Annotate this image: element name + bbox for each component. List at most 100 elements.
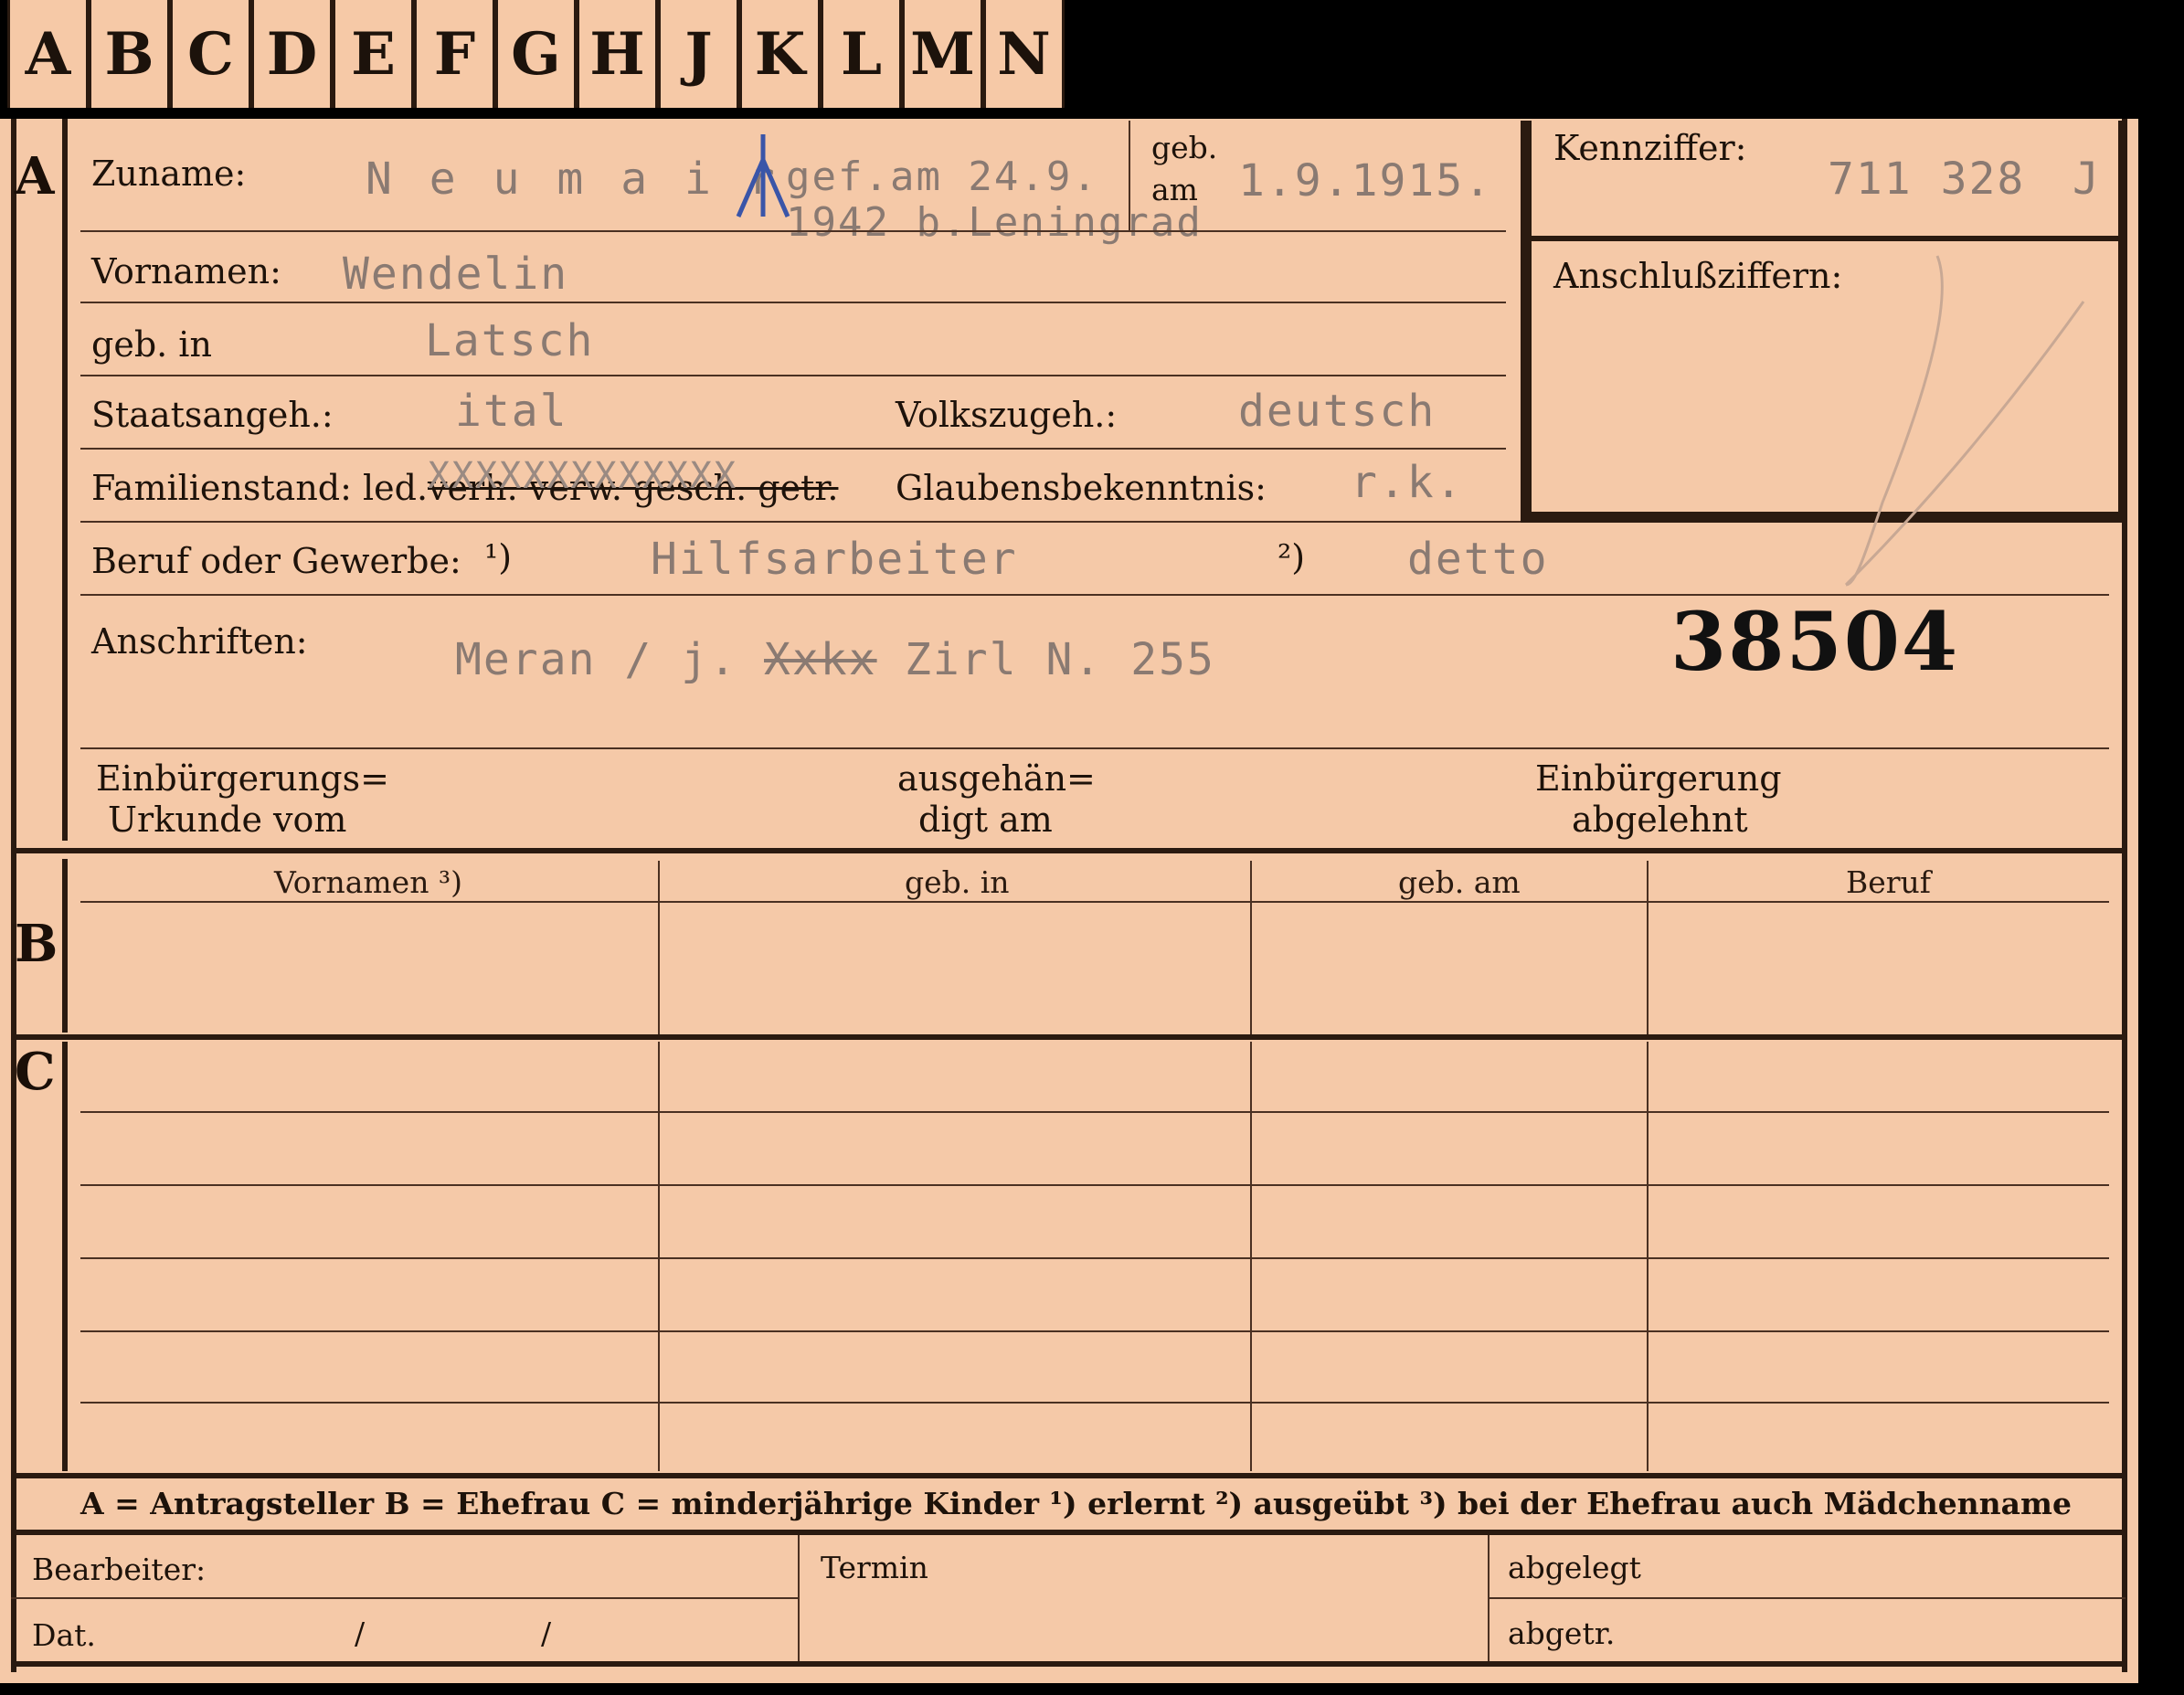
footer-row-rule	[1490, 1597, 2126, 1599]
label-zuname: Zuname:	[91, 154, 247, 194]
label-beruf-fn1: ¹)	[484, 537, 513, 577]
date-slash-2: /	[541, 1616, 552, 1651]
table-row	[80, 1257, 2109, 1259]
label-familienstand: Familienstand: led.	[91, 468, 429, 508]
tab-j[interactable]: J	[658, 0, 739, 108]
card-bottom-rule	[11, 1661, 2127, 1667]
value-anschrift-struck: Xxkx	[764, 634, 877, 685]
table-row	[80, 1111, 2109, 1113]
section-ab-separator	[11, 848, 2127, 853]
header-geb-in: geb. in	[905, 864, 1010, 900]
label-anschlussziffern: Anschlußziffern:	[1553, 256, 1843, 296]
table-row	[80, 1402, 2109, 1404]
tab-m[interactable]: M	[902, 0, 983, 108]
table-row	[80, 1330, 2109, 1332]
row-divider	[80, 448, 1506, 450]
section-c-letter: C	[15, 1042, 56, 1102]
legend-top-rule	[11, 1473, 2127, 1478]
tab-h[interactable]: H	[577, 0, 658, 108]
value-zuname-note-2: 1942 b.Leningrad	[786, 199, 1203, 246]
row-divider	[80, 230, 1506, 232]
tab-d[interactable]: D	[251, 0, 333, 108]
column-divider	[658, 1042, 660, 1471]
tab-c[interactable]: C	[170, 0, 251, 108]
label-staatsangeh: Staatsangeh.:	[91, 395, 334, 435]
value-glaubens[interactable]: r.k.	[1351, 457, 1464, 508]
tab-e[interactable]: E	[333, 0, 414, 108]
legend: A = Antragsteller B = Ehefrau C = minder…	[80, 1486, 2072, 1521]
value-staatsangeh[interactable]: ital	[455, 386, 568, 437]
label-geb-in: geb. in	[91, 324, 212, 365]
section-a-letter: A	[15, 146, 55, 207]
tab-a[interactable]: A	[7, 0, 89, 108]
label-glaubens: Glaubensbekenntnis:	[896, 468, 1267, 508]
label-abgelegt: abgelegt	[1508, 1550, 1641, 1585]
label-volkszugeh: Volkszugeh.:	[896, 395, 1118, 435]
section-b-rule	[62, 859, 68, 1033]
label-abgetr: abgetr.	[1508, 1616, 1616, 1651]
value-beruf-2[interactable]: detto	[1407, 534, 1549, 585]
pencil-check-mark	[1844, 255, 2085, 587]
table-header-rule	[80, 901, 2109, 903]
label-kennziffer: Kennziffer:	[1553, 128, 1747, 168]
pencil-caret-mark	[736, 134, 790, 217]
label-einb-urkunde-2: Urkunde vom	[108, 800, 347, 840]
value-kennziffer-suffix: J	[2073, 154, 2101, 205]
value-kennziffer[interactable]: 711 328	[1828, 154, 2025, 205]
row-divider	[80, 375, 1506, 376]
label-anschriften: Anschriften:	[91, 621, 308, 662]
label-termin: Termin	[821, 1550, 928, 1585]
value-beruf-1[interactable]: Hilfsarbeiter	[651, 534, 1018, 585]
label-vornamen: Vornamen:	[91, 251, 281, 291]
table-row	[80, 1184, 2109, 1186]
column-divider	[1647, 861, 1649, 1034]
footer-divider	[1488, 1535, 1490, 1663]
tab-f[interactable]: F	[414, 0, 495, 108]
value-volkszugeh[interactable]: deutsch	[1238, 386, 1436, 437]
geb-am-divider	[1129, 121, 1130, 230]
tab-g[interactable]: G	[495, 0, 577, 108]
section-c-rule	[62, 1042, 68, 1471]
section-a-rule	[62, 119, 68, 841]
row-divider	[80, 747, 2109, 749]
tab-b[interactable]: B	[89, 0, 170, 108]
label-bearbeiter: Bearbeiter:	[32, 1552, 207, 1587]
kennziffer-box-left	[1521, 121, 1532, 523]
row-divider	[80, 302, 1506, 303]
label-beruf-fn2: ²)	[1278, 537, 1306, 577]
tab-k[interactable]: K	[739, 0, 821, 108]
footer-divider	[798, 1535, 800, 1663]
footer-row-rule	[11, 1597, 799, 1599]
value-familienstand-overtype: XXXXXXXXXXXXX	[428, 455, 738, 497]
tab-l[interactable]: L	[821, 0, 902, 108]
kennziffer-divider	[1521, 236, 2120, 241]
label-einb-urkunde-1: Einbürgerungs=	[96, 758, 389, 799]
section-bc-separator	[11, 1034, 2127, 1040]
label-geb: geb.	[1151, 130, 1218, 165]
header-beruf: Beruf	[1846, 864, 1932, 900]
label-dat: Dat.	[32, 1617, 96, 1653]
header-geb-am: geb. am	[1398, 864, 1521, 900]
legend-bottom-rule	[11, 1530, 2127, 1535]
value-anschrift-1[interactable]: Meran / j.	[455, 634, 737, 685]
label-einb-abgelehnt-1: Einbürgerung	[1535, 758, 1782, 799]
date-slash-1: /	[355, 1616, 366, 1651]
value-zuname[interactable]: N e u m a i r	[366, 154, 780, 205]
column-divider	[658, 861, 660, 1034]
label-ausgehaen-2: digt am	[918, 800, 1053, 840]
value-zuname-note-1: gef.am 24.9.	[786, 154, 1098, 200]
column-divider	[1250, 1042, 1252, 1471]
value-geb-am[interactable]: 1.9.1915.	[1238, 155, 1492, 207]
label-am: am	[1151, 172, 1198, 207]
section-b-letter: B	[15, 914, 58, 974]
label-beruf: Beruf oder Gewerbe:	[91, 541, 461, 581]
value-anschrift-2[interactable]: Zirl N. 255	[905, 634, 1215, 685]
value-geb-in[interactable]: Latsch	[425, 315, 594, 366]
header-vornamen: Vornamen ³)	[274, 864, 463, 900]
column-divider	[1647, 1042, 1649, 1471]
tab-n[interactable]: N	[983, 0, 1065, 108]
card-left-border	[11, 119, 16, 1672]
index-tabs: A B C D E F G H J K L M N	[7, 0, 1065, 114]
label-einb-abgelehnt-2: abgelehnt	[1572, 800, 1748, 840]
value-vornamen[interactable]: Wendelin	[343, 249, 568, 300]
